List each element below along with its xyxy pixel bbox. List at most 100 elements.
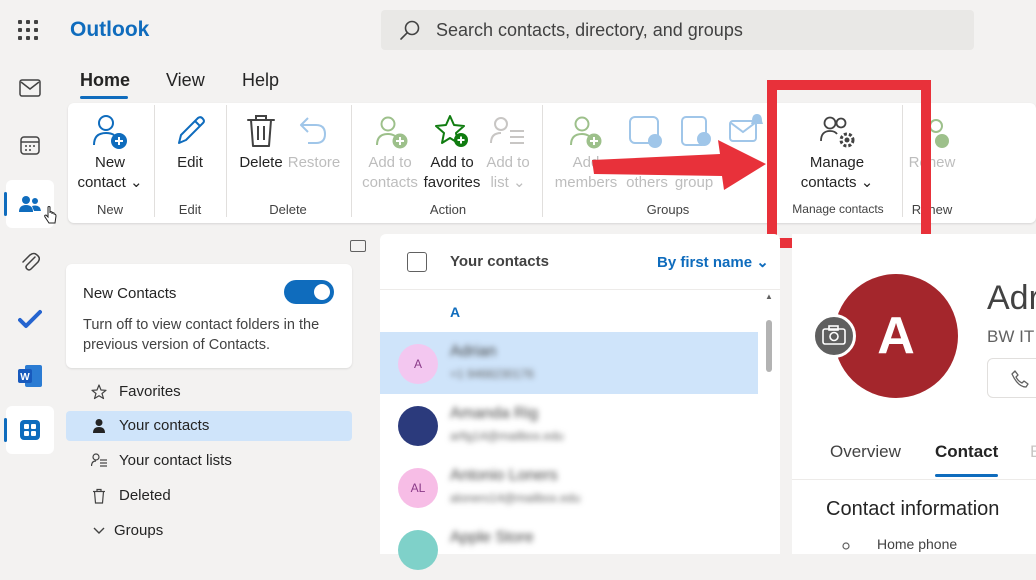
group-action-label: Action (429, 202, 467, 217)
app-launcher-icon[interactable] (16, 18, 42, 42)
group-new-label: New (96, 202, 123, 217)
contact-list-icon (91, 453, 107, 467)
tab-view[interactable]: View (166, 70, 205, 91)
person-icon (93, 419, 105, 433)
add-to-favorites-button[interactable]: Add to favorites (420, 153, 484, 193)
section-letter: A (450, 304, 461, 320)
contact-detail: alonero14@mailbox.edu (450, 491, 581, 505)
sort-dropdown[interactable]: By first name ⌄ (657, 253, 769, 271)
ribbon-separator (154, 105, 155, 217)
group-delete-label: Delete (269, 202, 307, 217)
group-edit-label: Edit (178, 202, 202, 217)
call-button[interactable] (987, 358, 1036, 398)
tab-home[interactable]: Home (80, 70, 130, 91)
contact-row[interactable]: AL Antonio Loners alonero14@mailbox.edu (380, 456, 758, 518)
annotation-highlight-box (767, 80, 931, 248)
divider (792, 479, 1036, 480)
svg-text:W: W (20, 372, 30, 383)
tab-more[interactable]: E (1030, 442, 1036, 462)
todo-icon[interactable] (6, 295, 54, 343)
avatar: A (398, 344, 438, 384)
search-box[interactable]: Search contacts, directory, and groups (381, 10, 974, 50)
home-icon (842, 542, 850, 550)
contact-list: Your contacts By first name ⌄ A A Adrian… (380, 234, 780, 570)
contact-row[interactable]: Apple Store (380, 518, 758, 580)
contact-name-heading: Adr (987, 279, 1036, 317)
cursor-icon (44, 206, 57, 224)
app-title[interactable]: Outlook (70, 18, 149, 42)
add-to-contacts-button[interactable]: Add to contacts (358, 153, 422, 193)
add-to-list-icon (490, 117, 524, 144)
active-tab-indicator (80, 96, 128, 99)
new-contact-icon (93, 115, 127, 149)
nav-your-contact-lists[interactable]: Your contact lists (66, 446, 352, 476)
chevron-down-icon: ⌄ (512, 174, 526, 191)
avatar (398, 406, 438, 446)
contact-row[interactable]: A Adrian +1 9468230176 (380, 332, 758, 394)
active-tab-indicator (935, 474, 998, 477)
mail-icon[interactable] (6, 64, 54, 112)
avatar: AL (398, 468, 438, 508)
new-contacts-title: New Contacts (83, 285, 177, 302)
contact-company: BW IT (987, 327, 1035, 346)
new-contacts-description: Turn off to view contact folders in the … (83, 317, 320, 353)
nav-groups[interactable]: Groups (66, 516, 352, 546)
restore-button[interactable]: Restore (286, 153, 342, 173)
trash-icon (247, 115, 275, 147)
contact-detail-pane: A Adr BW IT Overview Contact E Contact i… (792, 234, 1036, 554)
calendar-icon[interactable] (6, 121, 54, 169)
contact-name: Apple Store (450, 529, 534, 546)
select-all-checkbox[interactable] (407, 252, 427, 272)
camera-icon[interactable] (812, 314, 856, 358)
ribbon-separator (351, 105, 352, 217)
group-groups-label: Groups (646, 202, 690, 217)
contact-information-heading: Contact information (826, 498, 1000, 520)
phone-icon (1011, 370, 1029, 388)
contact-row[interactable]: Amanda Rig arfig14@mailbox.edu (380, 394, 758, 456)
trash-icon (93, 488, 105, 504)
edit-icon (178, 116, 205, 144)
ribbon-separator (226, 105, 227, 217)
contact-name: Adrian (450, 343, 497, 360)
avatar (398, 530, 438, 570)
contact-name: Amanda Rig (450, 405, 539, 422)
contact-list-title: Your contacts (450, 253, 549, 270)
nav-deleted[interactable]: Deleted (66, 481, 352, 511)
nav-your-contacts[interactable]: Your contacts (66, 411, 352, 441)
collapse-pane-icon[interactable] (350, 240, 366, 252)
nav-favorites[interactable]: Favorites (66, 377, 352, 407)
people-icon[interactable] (4, 180, 57, 228)
contact-name: Antonio Loners (450, 467, 558, 484)
delete-button[interactable]: Delete (236, 153, 286, 173)
apps-icon[interactable] (4, 406, 54, 454)
search-icon (400, 20, 420, 40)
chevron-down-icon (93, 527, 105, 534)
ribbon-separator (542, 105, 543, 217)
top-bar: Outlook Search contacts, directory, and … (0, 0, 1036, 60)
tab-contact[interactable]: Contact (935, 442, 998, 462)
edit-button[interactable]: Edit (164, 153, 216, 173)
star-icon (91, 384, 107, 400)
attachment-icon[interactable] (6, 238, 54, 286)
scrollbar[interactable]: ▲ (765, 292, 773, 552)
scroll-thumb[interactable] (766, 320, 772, 372)
add-to-contacts-icon (376, 116, 408, 149)
word-icon[interactable]: W (6, 352, 54, 400)
annotation-arrow (592, 140, 766, 190)
add-to-list-button[interactable]: Add to list ⌄ (478, 153, 538, 193)
new-contact-button[interactable]: New contact ⌄ (74, 153, 146, 193)
tab-overview[interactable]: Overview (830, 442, 901, 462)
left-rail: W (0, 60, 60, 554)
contact-detail: arfig14@mailbox.edu (450, 429, 564, 443)
home-phone-label: Home phone (877, 536, 958, 552)
restore-icon (300, 117, 327, 144)
scroll-up-icon[interactable]: ▲ (765, 292, 773, 301)
chevron-down-icon: ⌄ (129, 174, 143, 191)
search-input[interactable]: Search contacts, directory, and groups (436, 20, 743, 41)
new-contacts-toggle[interactable] (284, 280, 334, 304)
tab-help[interactable]: Help (242, 70, 279, 91)
divider (380, 289, 780, 290)
star-add-icon (435, 115, 468, 147)
chevron-down-icon: ⌄ (756, 254, 769, 271)
contact-detail: +1 9468230176 (450, 367, 534, 381)
